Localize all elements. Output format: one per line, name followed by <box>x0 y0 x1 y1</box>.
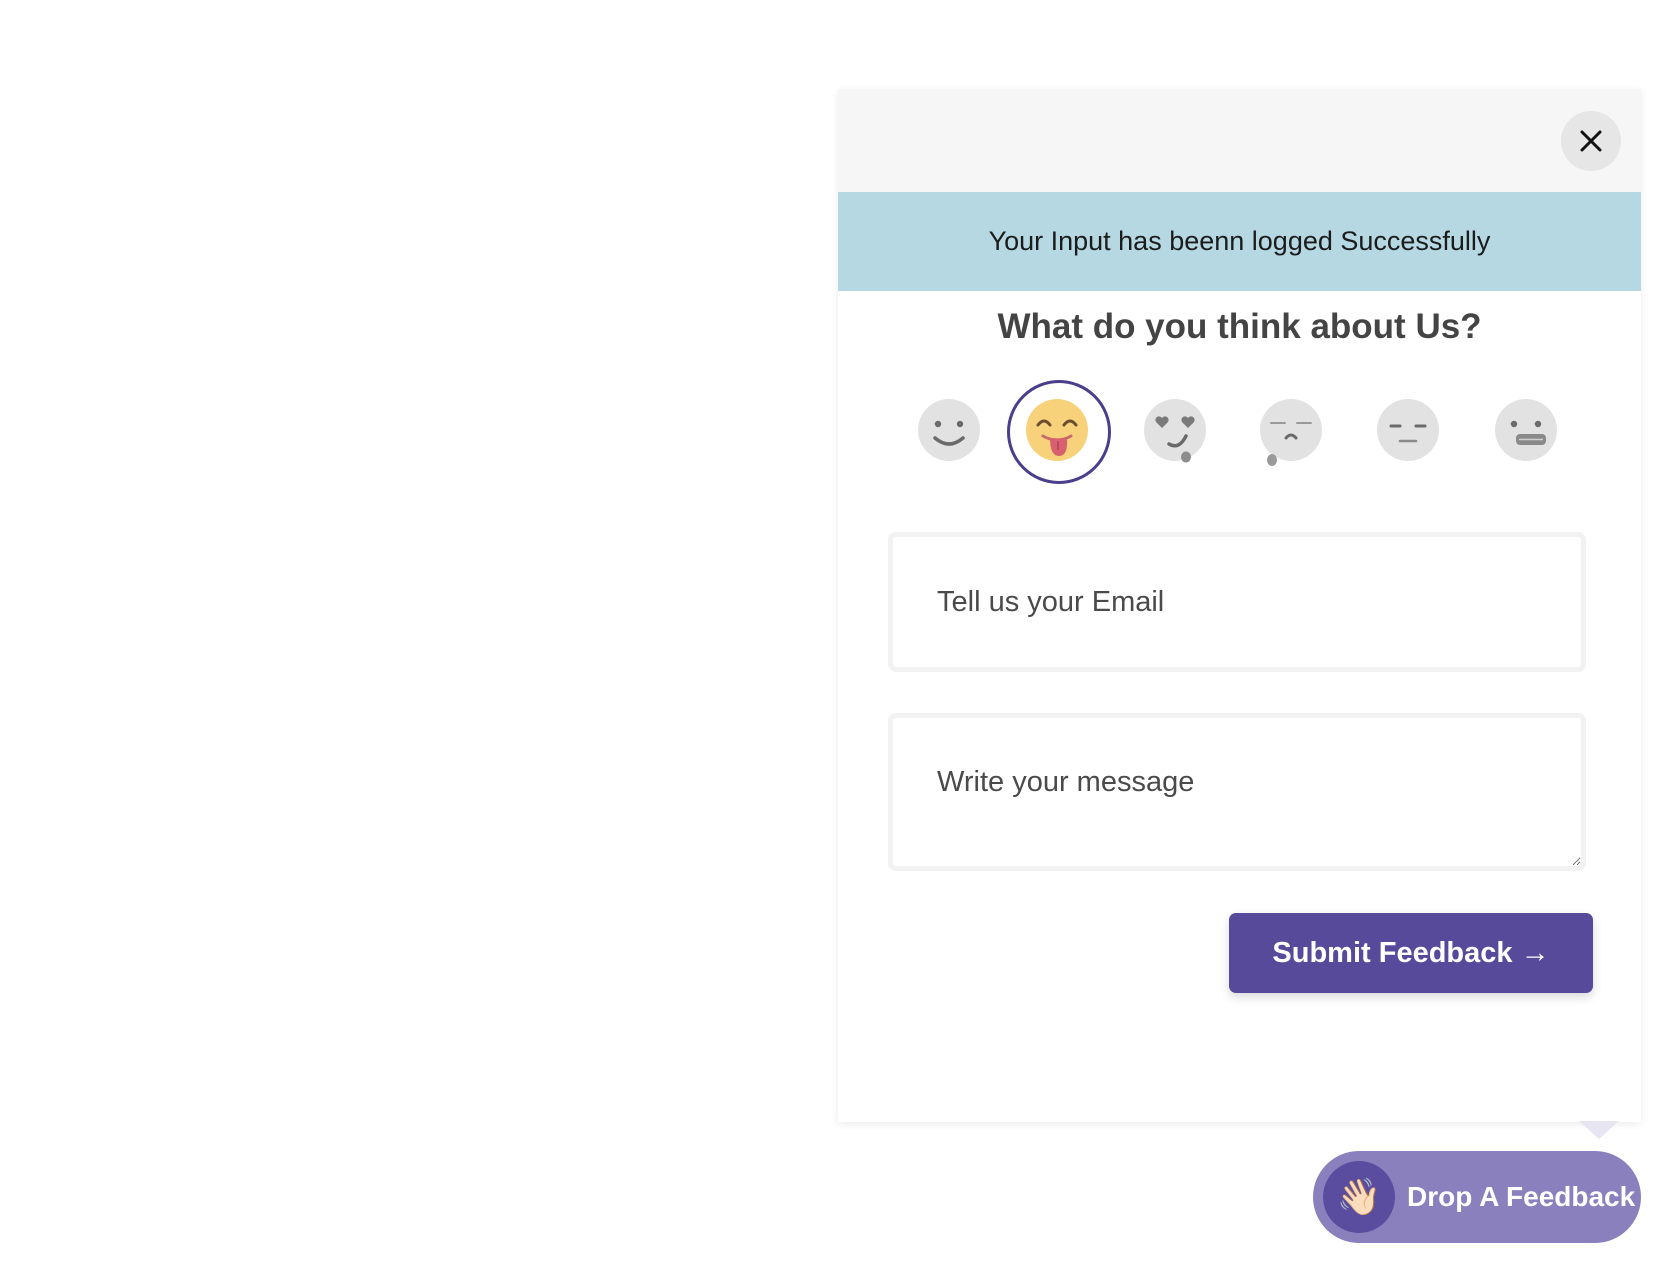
waving-hand-emoji: 👋🏻 <box>1336 1176 1382 1217</box>
close-button[interactable] <box>1561 111 1621 171</box>
waving-hand-icon: 👋🏻 <box>1323 1161 1395 1233</box>
drop-feedback-launcher[interactable]: 👋🏻 Drop A Feedback <box>1313 1151 1641 1243</box>
emoji-sad-tear[interactable] <box>1259 398 1323 466</box>
smile-emoji-icon <box>918 399 980 461</box>
success-message: Your Input has beenn logged Successfully <box>988 226 1491 256</box>
panel-pointer <box>1579 1121 1619 1139</box>
submit-feedback-button[interactable]: Submit Feedback → <box>1229 913 1593 993</box>
emoji-smile[interactable] <box>917 398 981 462</box>
emoji-heart-eyes[interactable] <box>1143 398 1207 463</box>
feedback-panel: Your Input has beenn logged Successfully… <box>838 89 1641 1122</box>
emoji-grimace[interactable] <box>1494 398 1558 462</box>
message-textarea[interactable] <box>888 713 1586 871</box>
emoji-tongue-out[interactable] <box>1007 380 1111 484</box>
email-input[interactable] <box>888 532 1586 672</box>
tongue-out-emoji-icon <box>1026 399 1088 461</box>
grimace-emoji-icon <box>1495 399 1557 461</box>
close-icon <box>1580 130 1602 152</box>
heart-eyes-emoji-icon <box>1144 399 1206 463</box>
sad-tear-emoji-icon <box>1260 399 1322 466</box>
emoji-neutral[interactable] <box>1376 398 1440 462</box>
launcher-label: Drop A Feedback <box>1407 1181 1636 1212</box>
neutral-emoji-icon <box>1377 399 1439 461</box>
success-banner: Your Input has beenn logged Successfully <box>838 192 1641 291</box>
panel-header <box>838 89 1641 192</box>
